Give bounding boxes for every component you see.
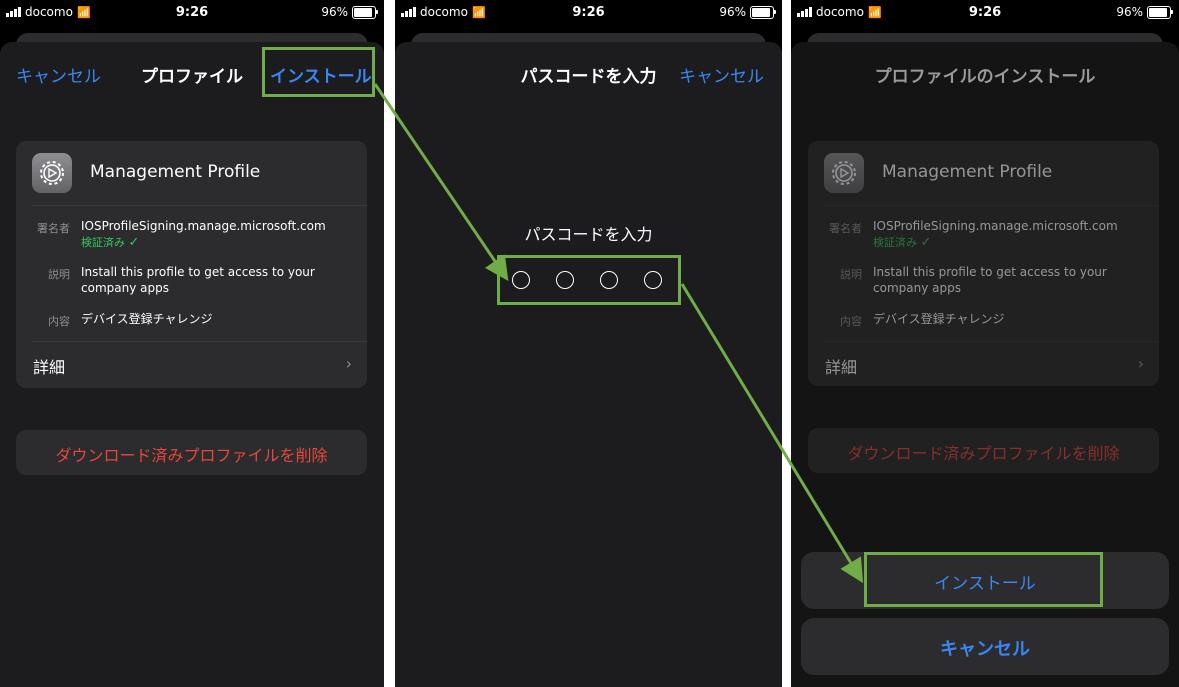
signer-value: IOSProfileSigning.manage.microsoft.com: [81, 219, 326, 233]
signer-value: IOSProfileSigning.manage.microsoft.com: [873, 219, 1118, 233]
highlight-box-install: [262, 47, 375, 97]
phone-screen-profile: docomo 📶 9:26 96% キャンセル プロファイル インストール Ma…: [0, 0, 384, 687]
profile-name: Management Profile: [882, 162, 1053, 182]
description-line-2: company apps: [81, 281, 169, 295]
profile-card: Management Profile 署名者 IOSProfileSigning…: [16, 141, 367, 388]
status-bar: docomo 📶 9:26 96%: [0, 0, 384, 26]
description-line-2: company apps: [873, 281, 961, 295]
cancel-button[interactable]: キャンセル: [679, 62, 764, 87]
cancel-confirm-button[interactable]: キャンセル: [801, 618, 1169, 675]
chevron-right-icon: ›: [345, 354, 352, 373]
page-title: プロファイルのインストール: [874, 67, 1096, 87]
phone-screen-install-confirm: docomo 📶 9:26 96% プロファイルのインストール Manageme…: [791, 0, 1179, 687]
verified-label: 検証済み: [873, 236, 917, 249]
signer-label: 署名者: [829, 222, 862, 235]
battery-icon: [1147, 5, 1173, 19]
passcode-sheet: [395, 42, 782, 687]
description-label: 説明: [840, 268, 862, 281]
highlight-box-passcode: [497, 255, 681, 305]
highlight-box-install-confirm: [864, 552, 1103, 607]
delete-profile-label: ダウンロード済みプロファイルを削除: [55, 446, 328, 465]
checkmark-icon: ✓: [920, 235, 932, 250]
delete-profile-button: ダウンロード済みプロファイルを削除: [808, 428, 1159, 473]
description-line-1: Install this profile to get access to yo…: [873, 265, 1107, 279]
settings-gear-icon: [824, 153, 864, 193]
phone-screen-passcode: docomo 📶 9:26 96% パスコードを入力 キャンセル パスコードを入…: [395, 0, 782, 687]
status-bar: docomo 📶 9:26 96%: [395, 0, 782, 26]
battery-percent: 96%: [719, 5, 746, 19]
verified-status: 検証済み ✓: [873, 235, 931, 251]
chevron-right-icon: ›: [1137, 354, 1144, 373]
settings-gear-icon: [32, 153, 72, 193]
delete-profile-label: ダウンロード済みプロファイルを削除: [847, 444, 1120, 463]
battery-icon: [750, 5, 776, 19]
battery-icon: [352, 5, 378, 19]
divider: [824, 205, 1159, 206]
profile-name: Management Profile: [90, 162, 261, 182]
description-label: 説明: [48, 268, 70, 281]
divider: [32, 341, 367, 342]
profile-card: Management Profile 署名者 IOSProfileSigning…: [808, 141, 1159, 386]
divider: [32, 205, 367, 206]
verified-status: 検証済み ✓: [81, 235, 139, 251]
divider: [824, 341, 1159, 342]
delete-profile-button[interactable]: ダウンロード済みプロファイルを削除: [16, 430, 367, 475]
checkmark-icon: ✓: [128, 235, 140, 250]
contents-label: 内容: [48, 315, 70, 328]
battery-percent: 96%: [1116, 5, 1143, 19]
contents-value: デバイス登録チャレンジ: [81, 312, 213, 326]
contents-value: デバイス登録チャレンジ: [873, 312, 1005, 326]
passcode-prompt: パスコードを入力: [524, 225, 653, 244]
more-details-row: 詳細: [825, 358, 858, 377]
status-bar: docomo 📶 9:26 96%: [791, 0, 1179, 26]
description-line-1: Install this profile to get access to yo…: [81, 265, 315, 279]
battery-percent: 96%: [321, 5, 348, 19]
cancel-confirm-label: キャンセル: [940, 639, 1030, 660]
more-details-row[interactable]: 詳細: [33, 354, 65, 378]
verified-label: 検証済み: [81, 236, 125, 249]
contents-label: 内容: [840, 315, 862, 328]
signer-label: 署名者: [37, 222, 70, 235]
